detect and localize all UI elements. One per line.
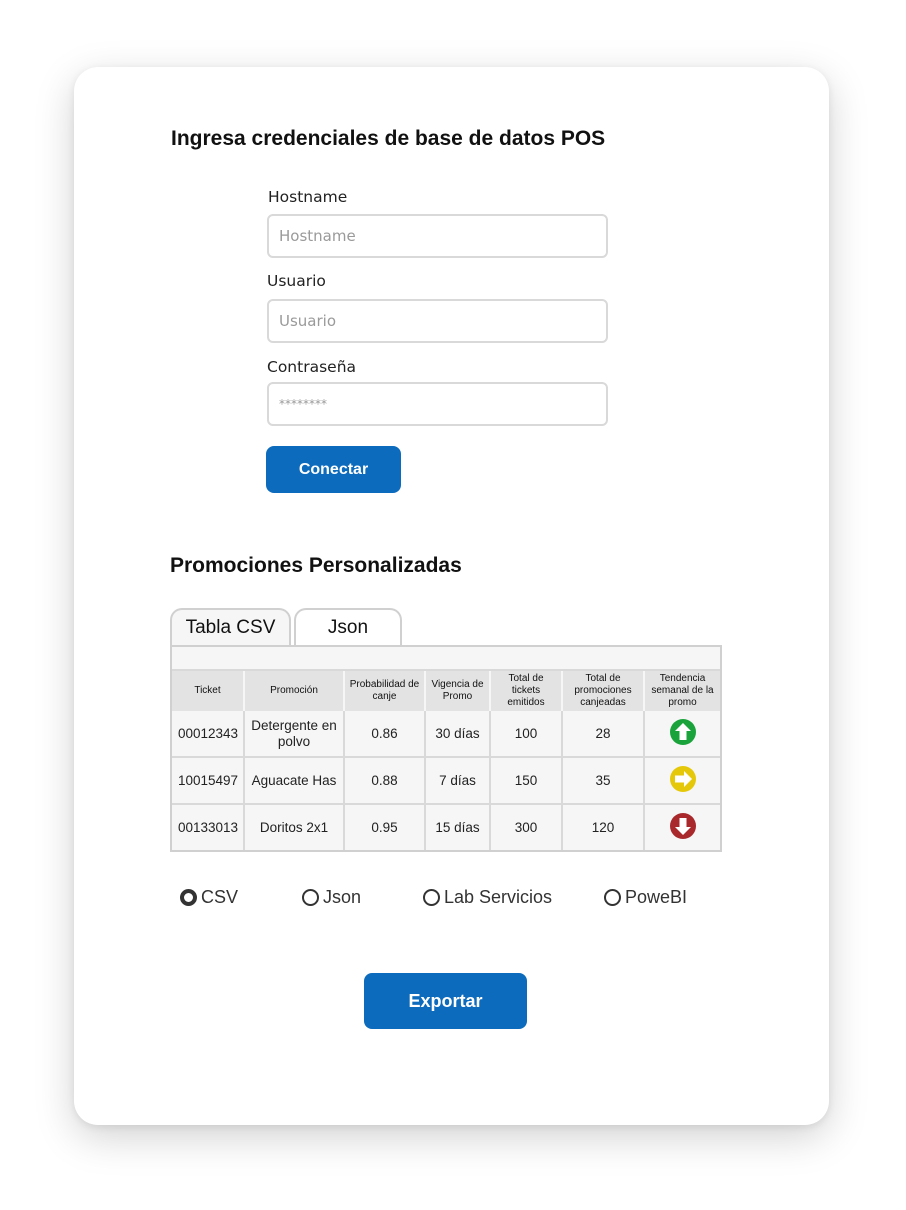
- usuario-input[interactable]: [267, 299, 608, 343]
- tendencia-cell: [644, 711, 720, 758]
- export-option-csv[interactable]: CSV: [180, 887, 238, 908]
- column-header: Total de tickets emitidos: [490, 671, 563, 711]
- probabilidad-cell: 0.95: [344, 804, 426, 850]
- table-header-row: Ticket Promoción Probabilidad de canje V…: [172, 671, 720, 711]
- probabilidad-cell: 0.88: [344, 757, 426, 805]
- export-option-powebi[interactable]: PoweBI: [604, 887, 687, 908]
- table-row: 00133013 Doritos 2x1 0.95 15 días 300 12…: [172, 804, 720, 850]
- right-arrow-icon: [669, 765, 696, 792]
- column-header: Vigencia de Promo: [425, 671, 491, 711]
- canjeadas-cell: 35: [562, 757, 645, 805]
- export-option-json[interactable]: Json: [302, 887, 361, 908]
- ticket-cell: 00012343: [172, 711, 245, 758]
- promos-title: Promociones Personalizadas: [170, 554, 462, 577]
- connect-button[interactable]: Conectar: [266, 446, 401, 493]
- tendencia-cell: [644, 757, 720, 805]
- vigencia-cell: 7 días: [425, 757, 491, 805]
- column-header: Tendencia semanal de la promo: [644, 671, 720, 711]
- ticket-cell: 00133013: [172, 804, 245, 850]
- main-card: Ingresa credenciales de base de datos PO…: [74, 67, 829, 1125]
- canjeadas-cell: 120: [562, 804, 645, 850]
- promos-table: Ticket Promoción Probabilidad de canje V…: [170, 645, 722, 852]
- radio-icon[interactable]: [604, 889, 621, 906]
- hostname-label: Hostname: [268, 188, 348, 206]
- password-input[interactable]: [267, 382, 608, 426]
- probabilidad-cell: 0.86: [344, 711, 426, 758]
- export-option-label: CSV: [201, 887, 239, 907]
- column-header: Promoción: [244, 671, 345, 711]
- column-header: Probabilidad de canje: [344, 671, 426, 711]
- table-toolbar: [172, 647, 720, 671]
- radio-icon[interactable]: [180, 889, 197, 906]
- canjeadas-cell: 28: [562, 711, 645, 758]
- export-option-label: PoweBI: [625, 887, 688, 907]
- down-arrow-icon: [669, 812, 696, 839]
- ticket-cell: 10015497: [172, 757, 245, 805]
- vigencia-cell: 15 días: [425, 804, 491, 850]
- tickets-cell: 300: [490, 804, 563, 850]
- promocion-cell: Aguacate Has: [244, 757, 345, 805]
- tab-json[interactable]: Json: [294, 608, 402, 646]
- column-header: Total de promociones canjeadas: [562, 671, 645, 711]
- password-label: Contraseña: [267, 358, 357, 376]
- vigencia-cell: 30 días: [425, 711, 491, 758]
- column-header: Ticket: [172, 671, 245, 711]
- promocion-cell: Detergente en polvo: [244, 711, 345, 758]
- promocion-cell: Doritos 2x1: [244, 804, 345, 850]
- export-option-label: Lab Servicios: [444, 887, 553, 907]
- tendencia-cell: [644, 804, 720, 850]
- export-option-lab-servicios[interactable]: Lab Servicios: [423, 887, 552, 908]
- credentials-title: Ingresa credenciales de base de datos PO…: [171, 127, 606, 150]
- table-row: 10015497 Aguacate Has 0.88 7 días 150 35: [172, 757, 720, 805]
- usuario-label: Usuario: [267, 272, 326, 290]
- export-option-label: Json: [323, 887, 362, 907]
- tickets-cell: 150: [490, 757, 563, 805]
- tab-tabla-csv[interactable]: Tabla CSV: [170, 608, 291, 646]
- table-row: 00012343 Detergente en polvo 0.86 30 día…: [172, 711, 720, 758]
- up-arrow-icon: [669, 718, 696, 745]
- radio-icon[interactable]: [302, 889, 319, 906]
- export-button[interactable]: Exportar: [364, 973, 527, 1029]
- hostname-input[interactable]: [267, 214, 608, 258]
- tickets-cell: 100: [490, 711, 563, 758]
- radio-icon[interactable]: [423, 889, 440, 906]
